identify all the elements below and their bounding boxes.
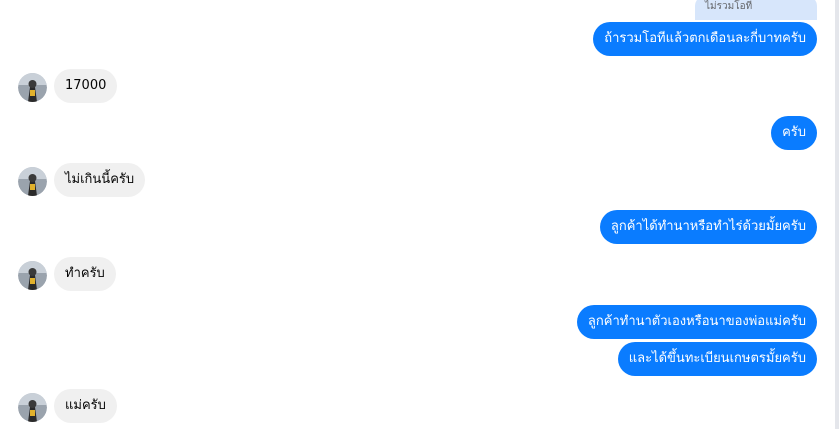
contact-avatar[interactable] bbox=[18, 167, 47, 196]
outgoing-message-bubble[interactable]: ถ้ารวมโอทีแล้วตกเดือนละกี่บาทครับ bbox=[593, 22, 817, 56]
incoming-message-bubble[interactable]: ทำครับ bbox=[54, 257, 116, 291]
incoming-message-bubble[interactable]: 17000 bbox=[54, 69, 118, 103]
outgoing-message-bubble[interactable]: ครับ bbox=[771, 116, 817, 150]
incoming-message-bubble[interactable]: แม่ครับ bbox=[54, 389, 117, 423]
reply-quote[interactable]: ไม่รวมโอที bbox=[695, 0, 817, 20]
contact-avatar[interactable] bbox=[18, 261, 47, 290]
scrollbar[interactable] bbox=[835, 0, 839, 429]
contact-avatar[interactable] bbox=[18, 393, 47, 422]
contact-avatar[interactable] bbox=[18, 73, 47, 102]
chat-thread: ไม่รวมโอที ถ้ารวมโอทีแล้วตกเดือนละกี่บาท… bbox=[0, 0, 839, 429]
outgoing-message-bubble[interactable]: ลูกค้าทำนาตัวเองหรือนาของพ่อแม่ครับ bbox=[576, 305, 817, 339]
outgoing-message-bubble[interactable]: ลูกค้าได้ทำนาหรือทำไร่ด้วยมั้ยครับ bbox=[599, 210, 817, 244]
outgoing-message-bubble[interactable]: และได้ขึ้นทะเบียนเกษตรมั้ยครับ bbox=[617, 342, 817, 376]
incoming-message-bubble[interactable]: ไม่เกินนี้ครับ bbox=[54, 163, 146, 197]
